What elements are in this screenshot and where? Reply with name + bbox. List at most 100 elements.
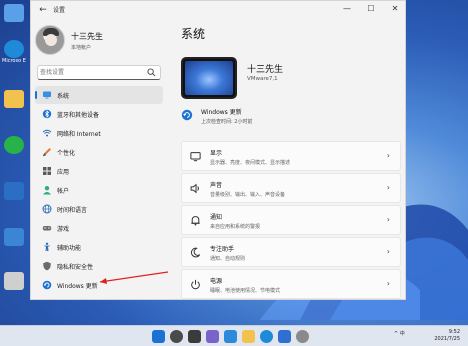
settings-card-sound[interactable]: 声音 音量级别、输出、输入、声音设备 › [181, 173, 401, 203]
sidebar-item-personalization[interactable]: 个性化 [35, 143, 163, 161]
settings-card-display[interactable]: 显示 显示器、亮度、夜间模式、显示描述 › [181, 141, 401, 171]
folder-icon [4, 90, 24, 108]
desktop-icon-caption: Microso Edge [2, 58, 26, 64]
widgets-icon[interactable] [206, 330, 219, 343]
settings-card-notifications[interactable]: 通知 来自应用和系统的警报 › [181, 205, 401, 235]
sidebar-item-windows-update[interactable]: Windows 更新 [35, 276, 163, 294]
card-title: 通知 [210, 214, 223, 221]
bluetooth-icon [42, 109, 52, 119]
desktop-icon[interactable] [2, 182, 26, 200]
file-explorer-icon[interactable] [242, 330, 255, 343]
clock-date: 2021/7/25 [434, 336, 460, 342]
sidebar-item-label: 隐私和安全性 [57, 264, 94, 271]
desktop-icon-edge[interactable]: Microso Edge [2, 40, 26, 64]
sidebar-item-label: 蓝牙和其他设备 [57, 112, 100, 119]
user-photo-icon [4, 272, 24, 290]
sidebar-item-bluetooth[interactable]: 蓝牙和其他设备 [35, 105, 163, 123]
monitor-icon [43, 91, 51, 99]
control-panel-icon [4, 228, 24, 246]
sidebar-item-label: 个性化 [57, 150, 76, 157]
desktop-icon[interactable] [2, 90, 26, 108]
desktop-icon[interactable] [2, 4, 26, 22]
person-icon [43, 186, 51, 195]
card-subtitle: 来自应用和系统的警报 [210, 224, 261, 230]
search-taskbar-icon[interactable] [170, 330, 183, 343]
settings-card-focus-assist[interactable]: 专注助手 通知、自动规则 › [181, 237, 401, 267]
maximize-button[interactable]: ☐ [359, 1, 383, 17]
avatar [35, 25, 65, 55]
power-icon [191, 279, 200, 290]
search-icon[interactable] [147, 68, 156, 77]
sidebar-item-label: Windows 更新 [57, 283, 98, 290]
profile-account-type: 本地帐户 [71, 45, 92, 51]
clock[interactable]: 9:52 2021/7/25 [434, 329, 460, 343]
card-subtitle: 睡眠、电池使用情况、节电模式 [210, 288, 281, 294]
system-tray[interactable]: ^ 中 [394, 330, 405, 337]
chat-icon[interactable] [224, 330, 237, 343]
card-title: 电源 [210, 278, 223, 285]
wifi-icon [42, 129, 52, 137]
close-button[interactable]: ✕ [383, 1, 405, 17]
sidebar-item-label: 游戏 [57, 226, 70, 233]
chevron-right-icon: › [386, 279, 390, 288]
apps-icon [43, 167, 51, 175]
sidebar-item-privacy[interactable]: 隐私和安全性 [35, 257, 163, 275]
chevron-right-icon: › [386, 151, 390, 160]
store-icon[interactable] [278, 330, 291, 343]
sidebar-item-label: 系统 [57, 93, 70, 100]
taskbar: ^ 中 9:52 2021/7/25 [0, 325, 468, 346]
update-title: Windows 更新 [201, 109, 242, 116]
desktop-icon[interactable] [2, 136, 26, 154]
gamepad-icon [42, 226, 52, 231]
settings-window: ← 设置 — ☐ ✕ 十三先生 本地帐户 系统 蓝牙和其他设备 [30, 0, 406, 300]
card-subtitle: 音量级别、输出、输入、声音设备 [210, 192, 286, 198]
desktop-icon[interactable] [2, 272, 26, 290]
windows-update-status[interactable]: Windows 更新 上次检查时间: 2小时前 [181, 105, 401, 131]
recycle-bin-icon [4, 4, 24, 22]
card-title: 专注助手 [210, 246, 235, 253]
sidebar-item-accounts[interactable]: 帐户 [35, 181, 163, 199]
sidebar-item-label: 应用 [57, 169, 70, 176]
sidebar-item-label: 时间和语言 [57, 207, 88, 214]
update-subtitle: 上次检查时间: 2小时前 [201, 119, 253, 125]
globe-icon [42, 204, 52, 214]
sidebar-item-label: 网络和 Internet [57, 131, 101, 138]
update-icon [181, 109, 193, 121]
start-icon[interactable] [152, 330, 165, 343]
card-title: 声音 [210, 182, 223, 189]
sidebar-item-label: 辅助功能 [57, 245, 82, 252]
page-title: 系统 [181, 27, 206, 41]
title-bar: ← 设置 — ☐ ✕ [31, 1, 405, 19]
update-icon [42, 280, 52, 290]
sidebar: 十三先生 本地帐户 系统 蓝牙和其他设备 网络和 Internet 个性化 [31, 19, 173, 299]
edge-icon [4, 40, 24, 58]
speaker-icon [190, 183, 199, 194]
moon-icon [190, 247, 201, 258]
profile-name: 十三先生 [71, 32, 103, 41]
shield-icon [43, 261, 51, 271]
settings-gear-icon[interactable] [296, 330, 309, 343]
edge-icon[interactable] [260, 330, 273, 343]
clock-time: 9:52 [448, 329, 460, 335]
card-title: 显示 [210, 150, 223, 157]
display-icon [190, 152, 201, 162]
search-input[interactable] [40, 67, 140, 78]
sidebar-item-time-language[interactable]: 时间和语言 [35, 200, 163, 218]
user-profile[interactable]: 十三先生 本地帐户 [35, 25, 171, 57]
sidebar-item-gaming[interactable]: 游戏 [35, 219, 163, 237]
sidebar-item-accessibility[interactable]: 辅助功能 [35, 238, 163, 256]
main-content: 系统 十三先生 VMware7,1 Windows 更新 上次检查时间: 2小时… [173, 19, 405, 299]
back-button[interactable]: ← [37, 4, 49, 16]
sidebar-item-label: 帐户 [57, 188, 70, 195]
sidebar-item-system[interactable]: 系统 [35, 86, 163, 104]
minimize-button[interactable]: — [335, 1, 359, 17]
task-view-icon[interactable] [188, 330, 201, 343]
chevron-right-icon: › [386, 247, 390, 256]
desktop-icons: Microso Edge [0, 0, 28, 325]
desktop-icon[interactable] [2, 228, 26, 246]
sidebar-item-apps[interactable]: 应用 [35, 162, 163, 180]
sidebar-item-network[interactable]: 网络和 Internet [35, 124, 163, 142]
settings-card-power[interactable]: 电源 睡眠、电池使用情况、节电模式 › [181, 269, 401, 299]
device-name: 十三先生 [247, 65, 284, 75]
search-box[interactable] [37, 65, 161, 80]
